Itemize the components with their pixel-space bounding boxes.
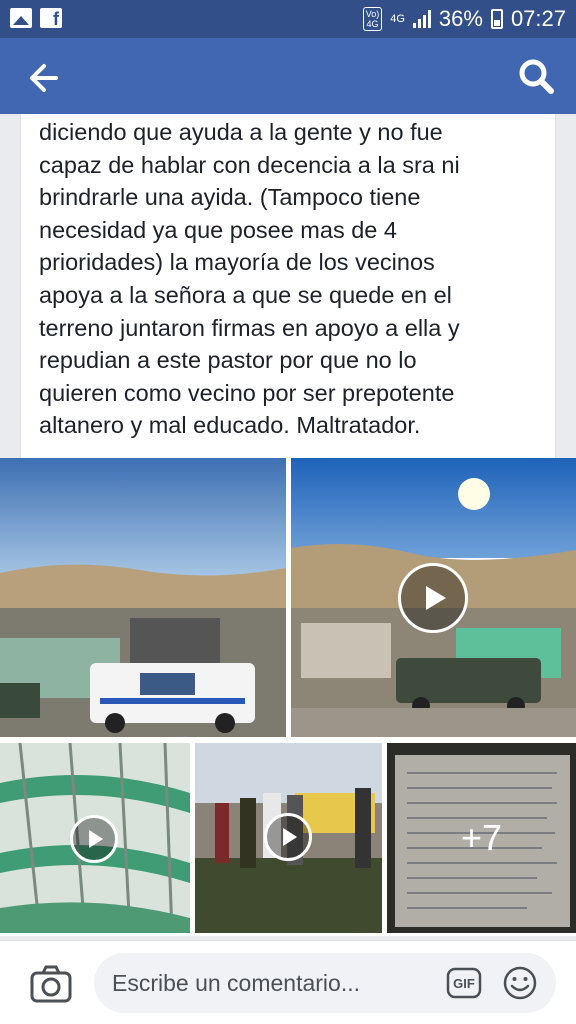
search-icon [519,59,554,94]
notification-icons: f [10,8,62,29]
play-icon[interactable] [70,815,118,863]
comment-bar: Escribe un comentario... GIF [0,940,576,1024]
smiley-icon [503,966,537,1000]
play-icon[interactable] [398,563,468,633]
gif-label: GIF [453,976,475,991]
arrow-left-icon [30,64,58,92]
photo-handwritten-letter[interactable]: +7 [387,743,576,933]
battery-percent: 36% [438,6,483,31]
media-grid: +7 [0,458,576,936]
search-button[interactable] [516,56,556,96]
status-bar: f Vo) 4G 4G 36% 07:27 [0,0,576,38]
system-status: Vo) 4G 4G 36% 07:27 [362,6,566,32]
comment-input[interactable]: Escribe un comentario... GIF [94,953,556,1013]
camera-button[interactable] [30,965,72,1003]
signal-icon [412,10,431,28]
video-thumbnail-truck[interactable] [291,458,576,737]
volte-badge: Vo) 4G [362,7,383,31]
camera-icon [30,965,72,1003]
app-bar [0,38,576,114]
facebook-icon: f [40,8,62,29]
post-card: diciendo que ayuda a la gente y no fue c… [20,114,556,458]
post-text: diciendo que ayuda a la gente y no fue c… [39,119,460,439]
gif-icon: GIF [446,967,482,999]
battery-icon [490,9,503,29]
photo-police-truck[interactable] [0,458,286,737]
play-icon[interactable] [264,813,312,861]
gallery-icon [10,8,32,28]
gif-button[interactable]: GIF [446,965,482,1001]
comment-placeholder: Escribe un comentario... [112,970,361,996]
video-thumbnail-people[interactable] [195,743,382,933]
clock: 07:27 [510,6,566,31]
emoji-button[interactable] [502,965,538,1001]
network-type: 4G [390,12,405,25]
more-photos-overlay[interactable]: +7 [387,743,576,933]
back-button[interactable] [22,58,62,98]
video-thumbnail-fence[interactable] [0,743,190,933]
